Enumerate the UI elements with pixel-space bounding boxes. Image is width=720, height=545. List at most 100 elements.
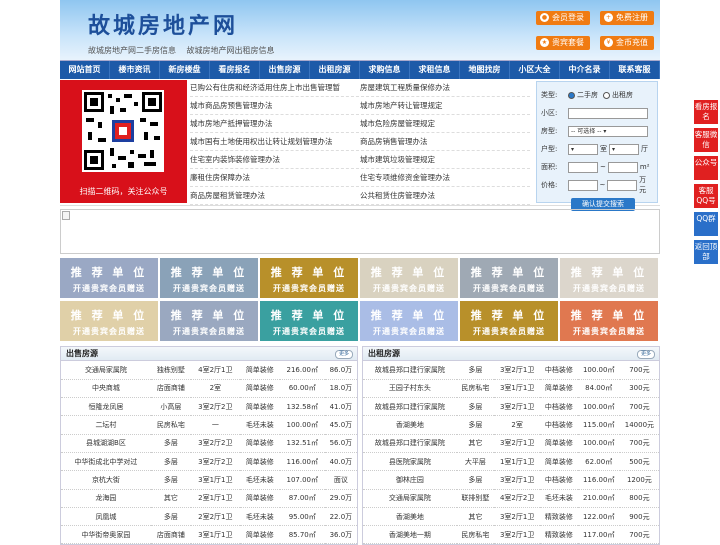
side-button[interactable]: QQ群 bbox=[694, 212, 718, 236]
nav-item[interactable]: 联系客服 bbox=[610, 61, 660, 79]
sale-more-button[interactable]: 更多 bbox=[334, 350, 353, 359]
table-row[interactable]: 故城县郑口建行家属院 其它 3室2厅1卫 简单装修 100.00㎡ 700元 bbox=[363, 434, 659, 453]
policy-link[interactable]: 已购公有住房和经济适用住房上市出售管理暂 bbox=[190, 79, 360, 96]
table-row[interactable]: 交通局家属院 独栋别墅 4室2厅1卫 简单装修 216.00㎡ 86.0万 bbox=[61, 361, 357, 380]
table-row[interactable]: 御林庄园 多层 3室2厅1卫 中档装修 116.00㎡ 1200元 bbox=[363, 470, 659, 490]
table-cell: 中央商城 bbox=[61, 379, 151, 399]
table-row[interactable]: 香湖美地 多层 2室 中档装修 115.00㎡ 14000元 bbox=[363, 415, 659, 435]
community-input[interactable] bbox=[568, 107, 648, 119]
ad-subtitle: 开通贵宾会员赠送 bbox=[573, 327, 645, 336]
table-row[interactable]: 中华街成北中学对过 多层 3室2厅2卫 简单装修 116.00㎡ 40.0万 bbox=[61, 452, 357, 472]
table-cell: 132.58㎡ bbox=[279, 397, 325, 417]
policy-link[interactable]: 房屋建筑工程质量保修办法 bbox=[360, 79, 530, 96]
area-max-input[interactable] bbox=[607, 161, 638, 173]
side-button[interactable]: 客服微信 bbox=[694, 128, 718, 152]
rental-link[interactable]: 故城房地产网出租房信息 bbox=[187, 46, 275, 55]
secondhand-radio[interactable] bbox=[568, 91, 575, 99]
price-max-input[interactable] bbox=[607, 179, 638, 191]
table-cell: 多层 bbox=[150, 507, 191, 527]
recommended-unit-ad[interactable]: 推 荐 单 位开通贵宾会员赠送 bbox=[560, 258, 658, 298]
recommended-unit-ad[interactable]: 推 荐 单 位开通贵宾会员赠送 bbox=[60, 301, 158, 341]
recommended-unit-ad[interactable]: 推 荐 单 位开通贵宾会员赠送 bbox=[160, 258, 258, 298]
nav-item[interactable]: 小区大全 bbox=[510, 61, 560, 79]
nav-item[interactable]: 看房报名 bbox=[210, 61, 260, 79]
recommended-unit-ad[interactable]: 推 荐 单 位开通贵宾会员赠送 bbox=[160, 301, 258, 341]
recommended-unit-ad[interactable]: 推 荐 单 位开通贵宾会员赠送 bbox=[560, 301, 658, 341]
rent-more-button[interactable]: 更多 bbox=[636, 350, 655, 359]
nav-item[interactable]: 出租房源 bbox=[310, 61, 360, 79]
recommended-unit-ad[interactable]: 推 荐 单 位开通贵宾会员赠送 bbox=[60, 258, 158, 298]
broken-image-icon bbox=[62, 211, 70, 220]
site-logo[interactable]: 故城房地产网 bbox=[88, 8, 238, 40]
table-row[interactable]: 二坛村 民房私宅一毛坯未装 100.00㎡ 45.0万 bbox=[61, 415, 357, 435]
policy-link[interactable]: 城市房地产抵押管理办法 bbox=[190, 115, 360, 132]
recommended-unit-ad[interactable]: 推 荐 单 位开通贵宾会员赠送 bbox=[360, 258, 458, 298]
side-button[interactable]: 公众号 bbox=[694, 156, 718, 180]
nav-item[interactable]: 求租信息 bbox=[410, 61, 460, 79]
policy-link[interactable]: 商品房屋租赁管理办法 bbox=[190, 187, 360, 204]
recommended-unit-ad[interactable]: 推 荐 单 位开通贵宾会员赠送 bbox=[360, 301, 458, 341]
area-min-input[interactable] bbox=[568, 161, 598, 173]
policy-link[interactable]: 城市危险房屋管理规定 bbox=[360, 115, 530, 132]
policy-link[interactable]: 城市商品房预售管理办法 bbox=[190, 97, 360, 114]
table-row[interactable]: 凤凰城 多层 2室2厅1卫 毛坯未装 95.00㎡ 22.0万 bbox=[61, 507, 357, 527]
register-button[interactable]: + 免费注册 bbox=[600, 11, 654, 25]
policy-link[interactable]: 城市国有土地使用权出让转让规划管理办法 bbox=[190, 133, 360, 150]
table-row[interactable]: 香湖美地一期 民房私宅 3室2厅1卫 精致装修 117.00㎡ 700元 bbox=[363, 525, 659, 545]
secondhand-link[interactable]: 故城房地产网二手房信息 bbox=[88, 46, 176, 55]
recharge-button[interactable]: ¥ 金币充值 bbox=[600, 36, 654, 50]
nav-item[interactable]: 中介名录 bbox=[560, 61, 610, 79]
table-row[interactable]: 县医院家属院 大平层 1室1厅1卫 简单装修 62.00㎡ 500元 bbox=[363, 452, 659, 472]
table-row[interactable]: 中央商城 店面商铺 2室 简单装修 60.00㎡ 18.0万 bbox=[61, 379, 357, 399]
nav-item[interactable]: 网站首页 bbox=[60, 61, 110, 79]
table-row[interactable]: 龙海园 其它 2室1厅1卫 简单装修 87.00㎡ 29.0万 bbox=[61, 489, 357, 508]
nav-item[interactable]: 出售房源 bbox=[260, 61, 310, 79]
nav-item[interactable]: 求购信息 bbox=[360, 61, 410, 79]
table-row[interactable]: 交通局家属院 联排别墅 4室2厅2卫 毛坯未装 210.00㎡ 800元 bbox=[363, 489, 659, 508]
nav-item[interactable]: 楼市资讯 bbox=[110, 61, 160, 79]
table-cell: 故城县郑口建行家属院 bbox=[363, 434, 457, 453]
policy-links: 已购公有住房和经济适用住房上市出售管理暂 房屋建筑工程质量保修办法 城市商品房预售管… bbox=[190, 79, 530, 205]
room-select[interactable]: ▾ bbox=[568, 143, 598, 155]
recommended-unit-ad[interactable]: 推 荐 单 位开通贵宾会员赠送 bbox=[260, 301, 358, 341]
recommended-unit-ad[interactable]: 推 荐 单 位开通贵宾会员赠送 bbox=[460, 258, 558, 298]
table-row[interactable]: 县城湖湖B区 多层 3室2厅2卫 简单装修 132.51㎡ 56.0万 bbox=[61, 434, 357, 453]
policy-link[interactable]: 城市房地产转让管理规定 bbox=[360, 97, 530, 114]
table-row[interactable]: 故城县郑口建行家属院 多层 3室2厅1卫 中档装修 100.00㎡ 700元 bbox=[363, 361, 659, 380]
policy-link[interactable]: 城市建筑垃圾管理规定 bbox=[360, 151, 530, 168]
table-cell: 84.00㎡ bbox=[577, 379, 620, 399]
side-button[interactable]: 看房报名 bbox=[694, 100, 718, 124]
nav-item[interactable]: 新房楼盘 bbox=[160, 61, 210, 79]
table-cell: 100.00㎡ bbox=[577, 397, 620, 417]
table-cell: 60.00㎡ bbox=[279, 379, 325, 399]
house-type-select[interactable]: -- 可选择 -- ▾ bbox=[568, 125, 648, 137]
recommended-unit-ad[interactable]: 推 荐 单 位开通贵宾会员赠送 bbox=[260, 258, 358, 298]
table-row[interactable]: 中华街帝奥家园 店面商铺 3室1厅1卫 简单装修 85.70㎡ 36.0万 bbox=[61, 525, 357, 545]
price-min-input[interactable] bbox=[567, 179, 598, 191]
recommended-unit-ad[interactable]: 推 荐 单 位开通贵宾会员赠送 bbox=[460, 301, 558, 341]
table-row[interactable]: 京杭大街 多层 3室1厅1卫 毛坯未装 107.00㎡ 面议 bbox=[61, 470, 357, 490]
hall-select[interactable]: ▾ bbox=[609, 143, 639, 155]
policy-link[interactable]: 住宅室内装饰装修管理办法 bbox=[190, 151, 360, 168]
link-row: 城市国有土地使用权出让转让规划管理办法 商品房销售管理办法 bbox=[190, 133, 530, 151]
sale-panel: 出售房源 更多 交通局家属院 独栋别墅 4室2厅1卫 简单装修 216.00㎡ 86.0万中… bbox=[60, 346, 358, 545]
nav-item[interactable]: 地图找房 bbox=[460, 61, 510, 79]
policy-link[interactable]: 廉租住房保障办法 bbox=[190, 169, 360, 186]
policy-link[interactable]: 公共租赁住房管理办法 bbox=[360, 187, 530, 204]
table-cell: 联排别墅 bbox=[456, 489, 495, 508]
side-button[interactable]: 客服QQ号 bbox=[694, 184, 718, 208]
ad-subtitle: 开通贵宾会员赠送 bbox=[373, 284, 445, 293]
table-row[interactable]: 恒隆龙凤居 小高层 3室2厅2卫 简单装修 132.58㎡ 41.0万 bbox=[61, 397, 357, 417]
member-login-button[interactable]: ● 会员登录 bbox=[536, 11, 590, 25]
table-row[interactable]: 香湖美地 其它 3室2厅1卫 精致装修 122.00㎡ 900元 bbox=[363, 507, 659, 527]
rental-radio[interactable] bbox=[603, 91, 610, 99]
policy-link[interactable]: 商品房销售管理办法 bbox=[360, 133, 530, 150]
policy-link[interactable]: 住宅专项维修资金管理办法 bbox=[360, 169, 530, 186]
side-button[interactable]: 返回顶部 bbox=[694, 240, 718, 264]
table-cell: 87.00㎡ bbox=[279, 489, 325, 508]
table-row[interactable]: 王园子村东头 民房私宅 3室1厅1卫 简单装修 84.00㎡ 300元 bbox=[363, 379, 659, 399]
table-row[interactable]: 故城县郑口建行家属院 多层 3室2厅1卫 中档装修 100.00㎡ 700元 bbox=[363, 397, 659, 417]
table-cell: 56.0万 bbox=[324, 434, 357, 453]
banner-image[interactable] bbox=[60, 209, 660, 254]
vip-package-button[interactable]: ★ 贵宾套餐 bbox=[536, 36, 590, 50]
